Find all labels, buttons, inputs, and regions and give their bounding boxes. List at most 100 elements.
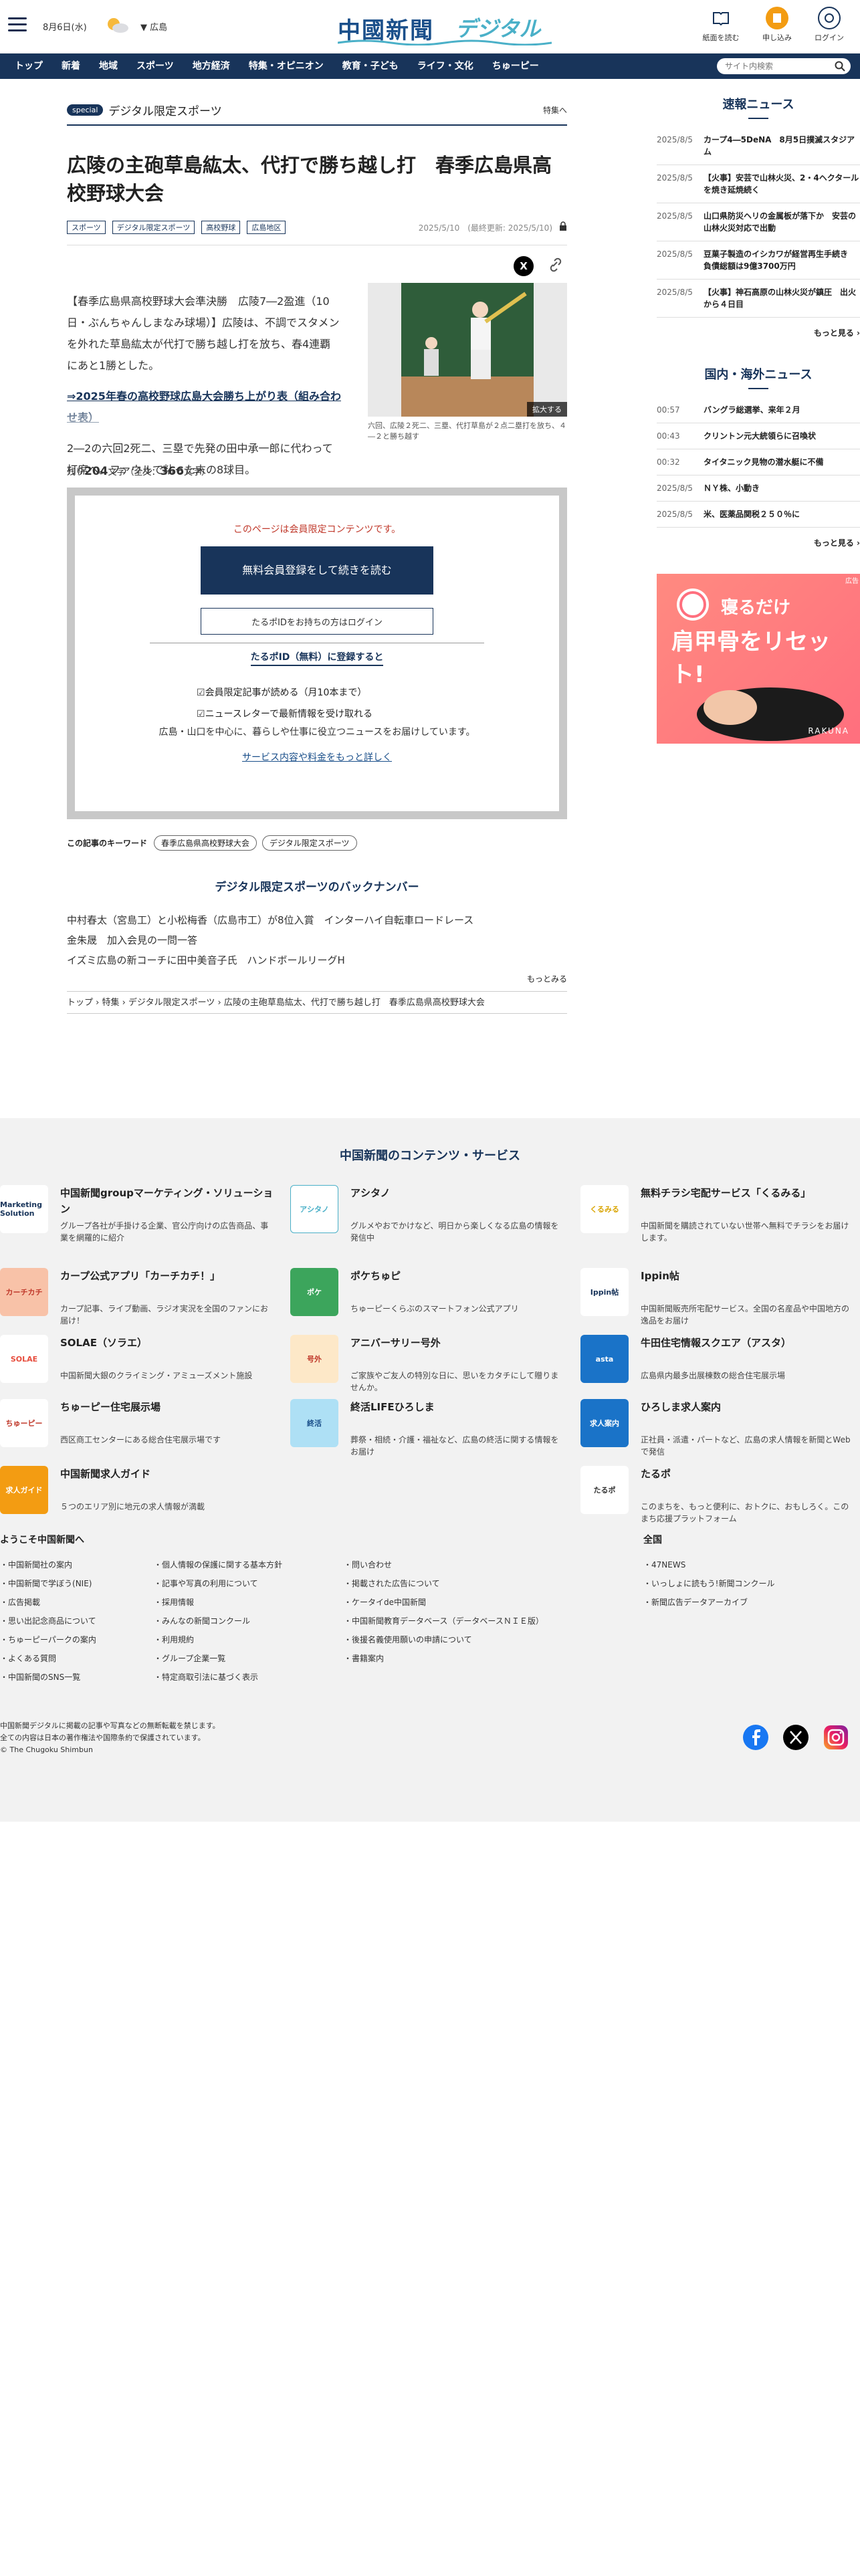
service-item[interactable]: アシタノ アシタノ グルメやおでかけなど、明日から楽しくなる広島の情報を発信中 [290, 1185, 564, 1245]
tag-high-school-baseball[interactable]: 高校野球 [201, 221, 241, 234]
footer-link[interactable]: 47NEWS [643, 1555, 774, 1574]
footer-link[interactable]: いっしょに読もう!新聞コンクール [643, 1574, 774, 1593]
footer-link[interactable]: 中国新聞教育データベース（データベースＮＩＥ版） [344, 1612, 544, 1630]
read-paper-button[interactable]: 紙面を読む [701, 7, 741, 49]
facebook-icon[interactable] [742, 1724, 769, 1751]
service-desc: 中国新聞大銀のクライミング・アミューズメント施設 [60, 1371, 253, 1380]
service-item[interactable]: 求人ガイド 中国新聞求人ガイド ５つのエリア別に地元の求人情報が満載 [0, 1466, 274, 1526]
tag-digital-sports[interactable]: デジタル限定スポーツ [112, 221, 195, 234]
list-item[interactable]: イズミ広島の新コーチに田中美音子氏 ハンドボールリーグH [67, 950, 567, 970]
subscribe-label: 申し込み [762, 33, 792, 42]
nav-item-sports[interactable]: スポーツ [127, 53, 183, 79]
site-logo[interactable]: 中國新聞 デジタル [338, 8, 552, 45]
service-item[interactable]: Ippin帖 Ippin帖 中国新聞販売所宅配サービス。全国の名産品や中国地方の逸品… [580, 1268, 855, 1328]
copy-link-icon[interactable] [548, 257, 563, 275]
service-item[interactable]: 求人案内 ひろしま求人案内 正社員・派遣・パートなど、広島の求人情報を新聞とWebで… [580, 1399, 855, 1459]
nav-item-top[interactable]: トップ [5, 53, 52, 79]
footer-link[interactable]: 記事や写真の利用について [154, 1574, 282, 1593]
search-icon[interactable] [835, 61, 845, 74]
tag-sports[interactable]: スポーツ [67, 221, 106, 234]
footer-link[interactable]: ケータイde中国新聞 [344, 1593, 544, 1612]
footer-link[interactable]: 後援名義使用願いの申請について [344, 1630, 544, 1649]
service-details-link[interactable]: サービス内容や料金をもっと詳しく [242, 750, 392, 764]
service-item[interactable]: くるみる 無料チラシ宅配サービス「くるみる」 中国新聞を購読されていない世帯へ無料で… [580, 1185, 855, 1245]
marketing-logo-icon: Marketing Solution [0, 1185, 48, 1233]
photo-image[interactable]: 拡大する [368, 283, 567, 417]
footer-link[interactable]: みんなの新聞コンクール [154, 1612, 282, 1630]
list-item[interactable]: 2025/8/5 【火事】安芸で山林火災、2・4ヘクタールを焼き延焼続く [657, 165, 860, 203]
login-button[interactable]: ログイン [809, 7, 849, 49]
paywall-login-button[interactable]: たるポIDをお持ちの方はログイン [201, 608, 433, 635]
footer-link[interactable]: 新聞広告データアーカイブ [643, 1593, 774, 1612]
instagram-icon[interactable] [823, 1724, 849, 1751]
backnumber-more-link[interactable]: もっとみる [67, 973, 567, 984]
list-item[interactable]: 2025/8/5 豆菓子製造のイシカワが経営再生手続き 負債総額は9億3700万円 [657, 241, 860, 280]
news-title: 米、医薬品関税２５０％に [704, 510, 800, 519]
nav-item-chupea[interactable]: ちゅーピー [483, 53, 548, 79]
feature-link[interactable]: 特集へ [543, 104, 567, 116]
footer-link[interactable]: 問い合わせ [344, 1555, 544, 1574]
nav-item-life[interactable]: ライフ・文化 [408, 53, 483, 79]
nav-item-economy[interactable]: 地方経済 [183, 53, 239, 79]
nav-item-opinion[interactable]: 特集・オピニオン [239, 53, 333, 79]
footer-link[interactable]: ちゅーピーパークの案内 [0, 1630, 96, 1649]
list-item[interactable]: 金朱晟 加入会見の一問一答 [67, 930, 567, 950]
footer-link[interactable]: 採用情報 [154, 1593, 282, 1612]
tag-hiroshima[interactable]: 広島地区 [247, 221, 286, 234]
list-item[interactable]: 2025/8/5 ＮＹ株、小動き [657, 475, 860, 502]
list-item[interactable]: 2025/8/5 【火事】神石高原の山林火災が鎮圧 出火から４日目 [657, 280, 860, 318]
list-item[interactable]: 00:43 クリントン元大統領らに召喚状 [657, 423, 860, 449]
footer-link[interactable]: 書籍案内 [344, 1649, 544, 1668]
service-name: 終活LIFEひろしま [350, 1401, 435, 1413]
footer-link[interactable]: 思い出記念商品について [0, 1612, 96, 1630]
breadcrumb[interactable]: トップ › 特集 › デジタル限定スポーツ › 広陵の主砲草島紘太、代打で勝ち越… [67, 991, 567, 1014]
service-item[interactable]: 号外 アニバーサリー号外 ご家族やご友人の特別な日に、思いをカタチにして贈りませんか… [290, 1335, 564, 1395]
advertisement[interactable]: 広告 寝るだけ 肩甲骨をリセット! RAKUNA [657, 574, 860, 744]
login-icon [818, 7, 841, 29]
x-icon[interactable] [782, 1724, 809, 1751]
enlarge-button[interactable]: 拡大する [527, 402, 567, 417]
asta-logo-icon: asta [580, 1335, 629, 1383]
service-item[interactable]: カーチカチ カープ公式アプリ「カーチカチ！」 カープ記事、ライブ動画、ラジオ実況を全… [0, 1268, 274, 1328]
footer-link[interactable]: 広告掲載 [0, 1593, 96, 1612]
footer-link[interactable]: グループ企業一覧 [154, 1649, 282, 1668]
world-more-link[interactable]: もっと見る › [657, 537, 860, 548]
footer-link[interactable]: 個人情報の保護に関する基本方針 [154, 1555, 282, 1574]
welcome-heading: ようこそ中国新聞へ [0, 1535, 84, 1545]
nav-item-education[interactable]: 教育・子ども [333, 53, 408, 79]
menu-icon[interactable] [8, 17, 27, 32]
region-selector[interactable]: ▼ 広島 [140, 20, 167, 33]
footer-link[interactable]: 特定商取引法に基づく表示 [154, 1668, 282, 1687]
footer-link[interactable]: 利用規約 [154, 1630, 282, 1649]
search-input[interactable] [725, 58, 832, 74]
service-item[interactable]: asta 牛田住宅情報スクエア（アスタ） 広島県内最多出展棟数の総合住宅展示場 [580, 1335, 855, 1395]
list-item[interactable]: 2025/8/5 山口県防災ヘリの金属板が落下か 安芸の山林火災対応で出動 [657, 203, 860, 241]
list-item[interactable]: 00:57 バングラ総選挙、来年２月 [657, 397, 860, 423]
footer-link[interactable]: よくある質問 [0, 1649, 96, 1668]
footer-link[interactable]: 中国新聞社の案内 [0, 1555, 96, 1574]
nav-item-new[interactable]: 新着 [52, 53, 90, 79]
list-item[interactable]: 00:32 タイタニック見物の潜水艇に不備 [657, 449, 860, 475]
nav-item-region[interactable]: 地域 [90, 53, 127, 79]
ippin-logo-icon: Ippin帖 [580, 1268, 629, 1316]
list-item[interactable]: 2025/8/5 カープ4―5DeNA 8月5日撲滅スタジアム [657, 127, 860, 165]
keyword-tag[interactable]: 春季広島県高校野球大会 [154, 835, 257, 851]
service-item[interactable]: 終活 終活LIFEひろしま 葬祭・相続・介護・福祉など、広島の終活に関する情報をお届… [290, 1399, 564, 1459]
benefit-list: 会員限定記事が読める（月10本まで） ニュースレターで最新情報を受け取れる [197, 682, 437, 725]
service-item[interactable]: ちゅーピー ちゅーピー住宅展示場 西区商工センターにある総合住宅展示場です [0, 1399, 274, 1459]
register-button[interactable]: 無料会員登録をして続きを読む [201, 546, 433, 595]
footer-link[interactable]: 中国新聞のSNS一覧 [0, 1668, 96, 1687]
subscribe-button[interactable]: 申し込み [757, 7, 797, 49]
footer-link[interactable]: 掲載された広告について [344, 1574, 544, 1593]
x-share-icon[interactable]: X [514, 256, 534, 276]
list-item[interactable]: 2025/8/5 米、医薬品関税２５０％に [657, 502, 860, 528]
service-item[interactable]: Marketing Solution 中国新聞groupマーケティング・ソリューシ… [0, 1185, 274, 1245]
service-item[interactable]: SOLAE SOLAE（ソラエ） 中国新聞大銀のクライミング・アミューズメント施設 [0, 1335, 274, 1395]
footer-link[interactable]: 中国新聞で学ぼう(NIE) [0, 1574, 96, 1593]
keyword-tag[interactable]: デジタル限定スポーツ [262, 835, 357, 851]
service-item[interactable]: たるポ たるポ このまちを、もっと便利に、おトクに、おもしろく。このまち応援プラット… [580, 1466, 855, 1526]
service-item[interactable]: ポケ ポケちゅピ ちゅーピーくらぶのスマートフォン公式アプリ [290, 1268, 564, 1328]
breaking-more-link[interactable]: もっと見る › [657, 327, 860, 338]
list-item[interactable]: 中村春太（宮島工）と小松梅香（広島市工）が8位入賞 インターハイ自転車ロードレー… [67, 910, 567, 930]
section-title: デジタル限定スポーツ [108, 104, 222, 118]
